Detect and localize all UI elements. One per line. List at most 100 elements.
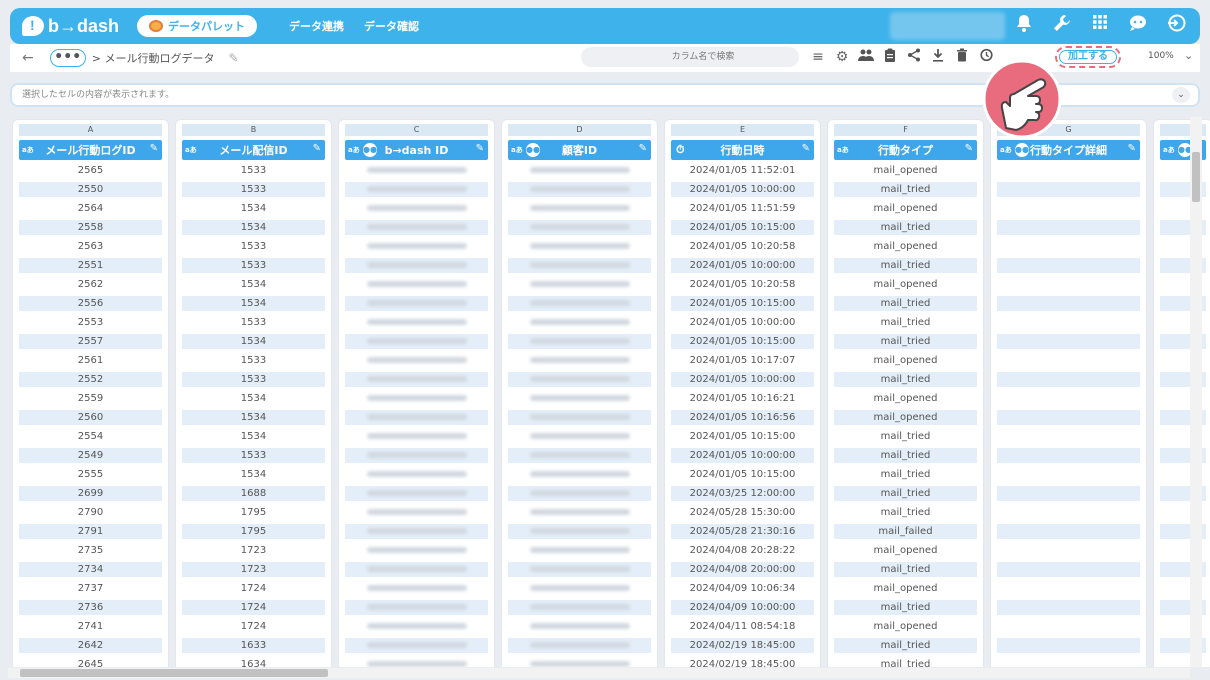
- edit-column-pencil-icon[interactable]: ✎: [150, 143, 158, 154]
- table-cell[interactable]: 1533: [182, 372, 325, 387]
- table-cell[interactable]: [508, 543, 651, 558]
- table-cell[interactable]: 1634: [182, 657, 325, 667]
- table-cell[interactable]: [508, 334, 651, 349]
- download-icon[interactable]: [930, 48, 946, 66]
- table-cell[interactable]: [345, 315, 488, 330]
- back-arrow-icon[interactable]: ←: [22, 50, 34, 66]
- edit-column-pencil-icon[interactable]: ✎: [965, 143, 973, 154]
- table-cell[interactable]: [345, 505, 488, 520]
- account-info[interactable]: [890, 12, 1005, 40]
- table-cell[interactable]: mail_tried: [834, 600, 977, 615]
- table-cell[interactable]: [997, 296, 1140, 311]
- nav-data-check[interactable]: データ確認: [364, 18, 419, 34]
- edit-column-pencil-icon[interactable]: ✎: [639, 143, 647, 154]
- table-cell[interactable]: mail_tried: [834, 486, 977, 501]
- table-cell[interactable]: [345, 562, 488, 577]
- table-cell[interactable]: 2024/05/28 21:30:16: [671, 524, 814, 539]
- share-icon[interactable]: [906, 48, 922, 66]
- table-cell[interactable]: [508, 581, 651, 596]
- clipboard-icon[interactable]: [882, 48, 898, 66]
- horizontal-scrollbar[interactable]: [8, 668, 1190, 678]
- bell-icon[interactable]: [1014, 14, 1034, 34]
- table-cell[interactable]: 1724: [182, 619, 325, 634]
- table-cell[interactable]: 2024/04/08 20:00:00: [671, 562, 814, 577]
- table-cell[interactable]: [508, 524, 651, 539]
- table-cell[interactable]: 2734: [19, 562, 162, 577]
- table-cell[interactable]: [508, 201, 651, 216]
- table-cell[interactable]: [345, 163, 488, 178]
- table-cell[interactable]: [997, 163, 1140, 178]
- table-cell[interactable]: [345, 258, 488, 273]
- table-cell[interactable]: 1533: [182, 353, 325, 368]
- table-cell[interactable]: 2563: [19, 239, 162, 254]
- table-cell[interactable]: [997, 657, 1140, 667]
- table-cell[interactable]: 2024/04/11 08:54:18: [671, 619, 814, 634]
- settings-gear-icon[interactable]: ⚙: [834, 48, 850, 66]
- edit-column-pencil-icon[interactable]: ✎: [802, 143, 810, 154]
- table-cell[interactable]: mail_opened: [834, 277, 977, 292]
- table-cell[interactable]: 2024/04/08 20:28:22: [671, 543, 814, 558]
- vertical-scroll-thumb[interactable]: [1192, 152, 1200, 202]
- table-cell[interactable]: [997, 638, 1140, 653]
- table-cell[interactable]: [997, 543, 1140, 558]
- table-cell[interactable]: [345, 657, 488, 667]
- edit-name-pencil-icon[interactable]: ✎: [228, 51, 238, 65]
- table-cell[interactable]: [508, 163, 651, 178]
- table-cell[interactable]: mail_tried: [834, 505, 977, 520]
- table-cell[interactable]: [508, 353, 651, 368]
- table-cell[interactable]: 1688: [182, 486, 325, 501]
- table-cell[interactable]: mail_tried: [834, 448, 977, 463]
- table-cell[interactable]: 2735: [19, 543, 162, 558]
- more-options-button[interactable]: •••: [49, 49, 86, 67]
- table-cell[interactable]: [997, 619, 1140, 634]
- chat-bot-icon[interactable]: [1128, 14, 1148, 34]
- table-cell[interactable]: [997, 220, 1140, 235]
- expand-chevron-down-icon[interactable]: ⌄: [1172, 87, 1190, 103]
- table-cell[interactable]: 2024/01/05 10:15:00: [671, 467, 814, 482]
- table-cell[interactable]: [345, 410, 488, 425]
- table-cell[interactable]: [997, 277, 1140, 292]
- table-cell[interactable]: mail_tried: [834, 657, 977, 667]
- table-cell[interactable]: 2024/01/05 10:17:07: [671, 353, 814, 368]
- data-palette-button[interactable]: データパレット: [137, 15, 258, 37]
- table-cell[interactable]: mail_opened: [834, 163, 977, 178]
- table-cell[interactable]: 2024/01/05 10:16:21: [671, 391, 814, 406]
- table-cell[interactable]: [345, 429, 488, 444]
- table-cell[interactable]: 2024/01/05 10:20:58: [671, 277, 814, 292]
- table-cell[interactable]: 1534: [182, 220, 325, 235]
- column-search-input[interactable]: [581, 47, 799, 67]
- table-cell[interactable]: 1723: [182, 562, 325, 577]
- table-cell[interactable]: 1533: [182, 239, 325, 254]
- table-cell[interactable]: [508, 467, 651, 482]
- table-cell[interactable]: mail_tried: [834, 638, 977, 653]
- table-cell[interactable]: [508, 600, 651, 615]
- table-cell[interactable]: 2024/01/05 11:52:01: [671, 163, 814, 178]
- table-cell[interactable]: 2559: [19, 391, 162, 406]
- table-cell[interactable]: 2024/01/05 10:00:00: [671, 448, 814, 463]
- table-cell[interactable]: [997, 600, 1140, 615]
- table-cell[interactable]: 2556: [19, 296, 162, 311]
- table-cell[interactable]: [508, 239, 651, 254]
- table-cell[interactable]: 2024/01/05 10:20:58: [671, 239, 814, 254]
- table-cell[interactable]: [997, 182, 1140, 197]
- table-cell[interactable]: [508, 182, 651, 197]
- table-cell[interactable]: [508, 391, 651, 406]
- table-cell[interactable]: [345, 524, 488, 539]
- table-cell[interactable]: 2550: [19, 182, 162, 197]
- table-cell[interactable]: 2565: [19, 163, 162, 178]
- users-icon[interactable]: [858, 48, 874, 66]
- table-cell[interactable]: 1533: [182, 163, 325, 178]
- edit-column-pencil-icon[interactable]: ✎: [313, 143, 321, 154]
- table-cell[interactable]: 1534: [182, 334, 325, 349]
- table-cell[interactable]: [508, 315, 651, 330]
- table-cell[interactable]: 2557: [19, 334, 162, 349]
- table-cell[interactable]: [997, 448, 1140, 463]
- table-cell[interactable]: [345, 334, 488, 349]
- table-cell[interactable]: [345, 182, 488, 197]
- table-cell[interactable]: [508, 277, 651, 292]
- table-cell[interactable]: [345, 543, 488, 558]
- table-cell[interactable]: mail_opened: [834, 543, 977, 558]
- table-cell[interactable]: 1533: [182, 315, 325, 330]
- table-cell[interactable]: [508, 448, 651, 463]
- table-cell[interactable]: 1533: [182, 258, 325, 273]
